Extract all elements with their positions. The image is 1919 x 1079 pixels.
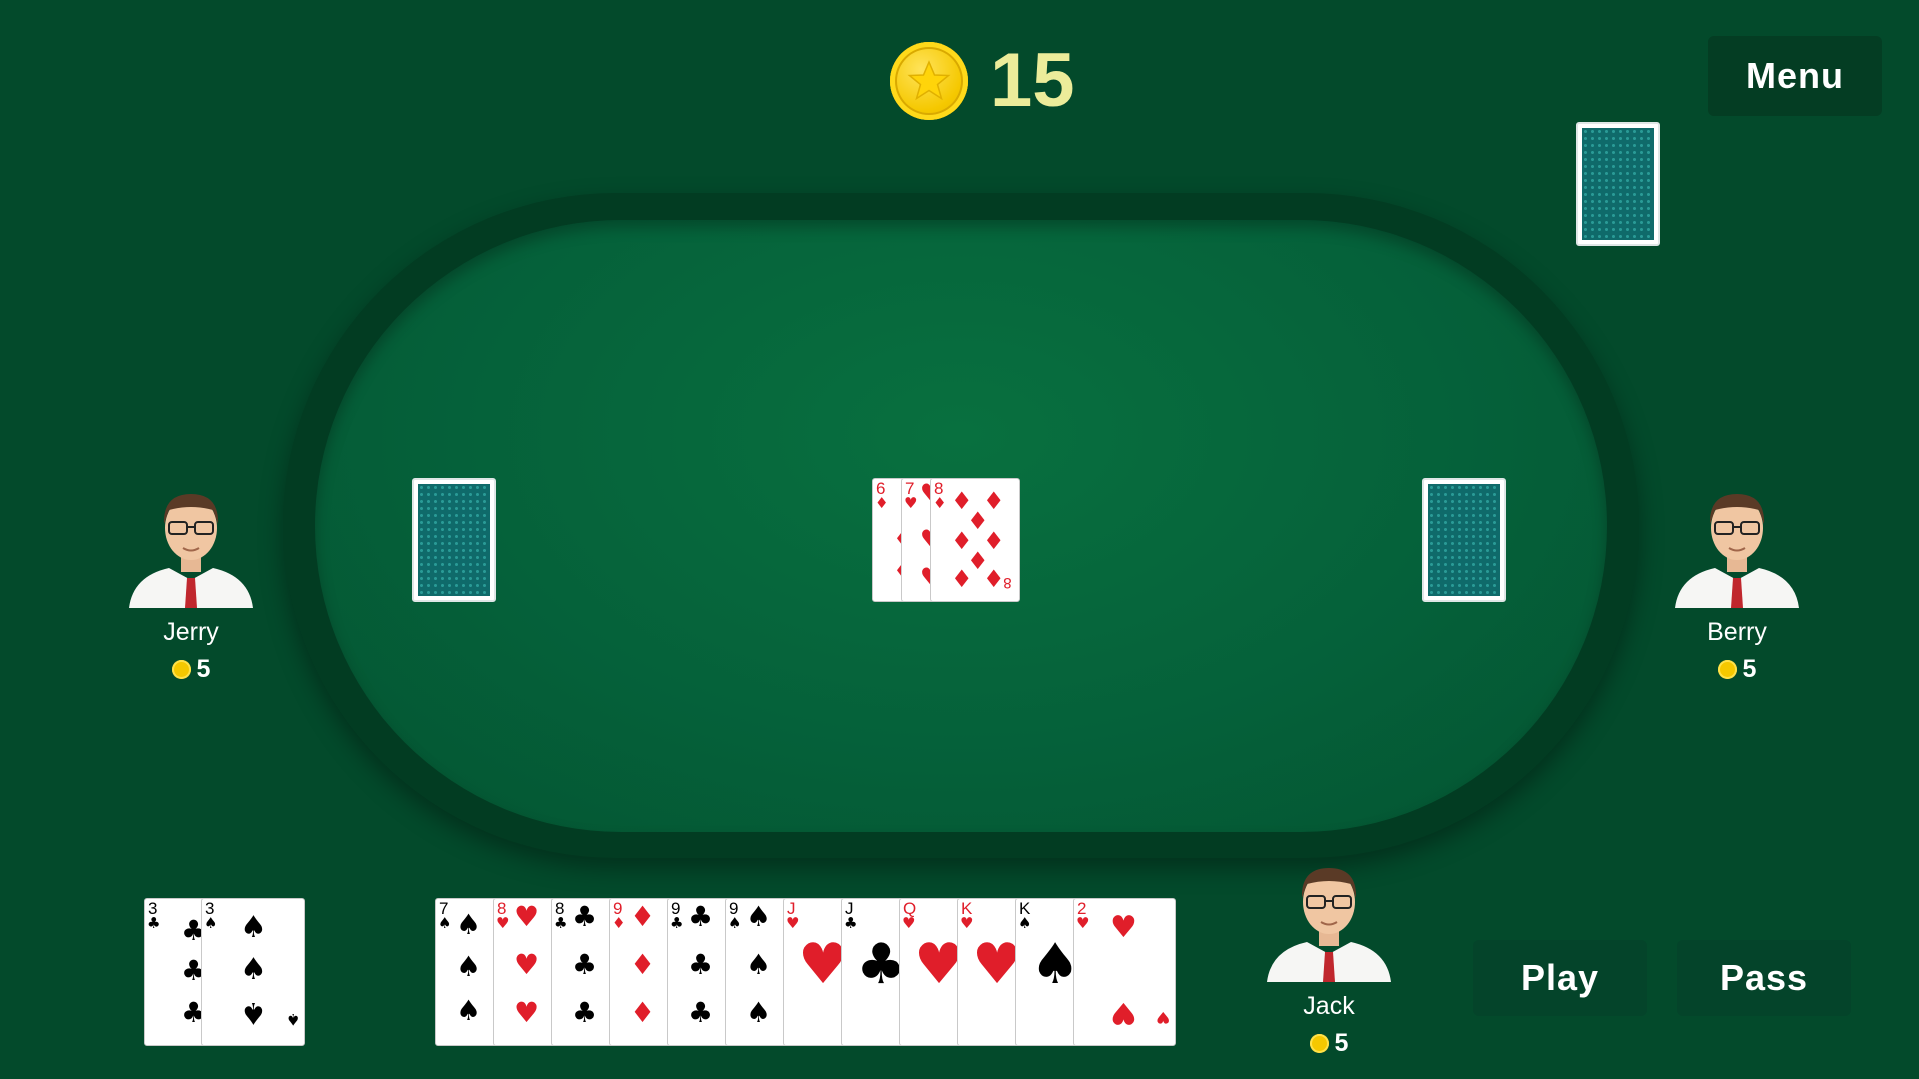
opponent-left-card-back <box>412 478 496 602</box>
card-suit: ♥ <box>786 914 800 932</box>
coin-icon <box>1717 660 1737 679</box>
pot-display: 15 <box>890 42 1075 120</box>
card-suit: ♥ <box>960 914 974 932</box>
card-suit: ♠ <box>728 914 742 932</box>
card-suit: ♠ <box>1018 914 1032 932</box>
card-suit: ♦ <box>612 914 626 932</box>
player-name: Jack <box>1303 992 1355 1020</box>
avatar <box>129 494 253 608</box>
player-coins: 5 <box>1667 655 1807 684</box>
card-suit: ♦ <box>933 494 947 512</box>
card-suit: ♠ <box>204 914 218 932</box>
card-suit: ♣ <box>147 914 161 932</box>
player-name: Berry <box>1707 618 1767 646</box>
pile-card: 3 ♠ ♠ ♠ ♠ ♠ <box>201 898 305 1046</box>
card-suit: ♣ <box>554 914 568 932</box>
avatar <box>1675 494 1799 608</box>
card-suit: ♣ <box>844 914 858 932</box>
hand-card[interactable]: 2 ♥ ♥ ♥ ♥ <box>1073 898 1176 1046</box>
card-suit: ♥ <box>496 914 510 932</box>
pot-value: 15 <box>990 38 1075 123</box>
player-coins: 5 <box>121 655 261 684</box>
player-self: Jack 5 <box>1259 858 1399 1058</box>
menu-button[interactable]: Menu <box>1708 36 1882 116</box>
player-left: Jerry 5 <box>121 484 261 684</box>
played-card: 8 ♦ ♦ ♦ ♦ ♦ ♦ ♦ ♦ ♦ 8 <box>930 478 1020 602</box>
pass-button[interactable]: Pass <box>1677 940 1851 1016</box>
card-suit: ♥ <box>902 914 916 932</box>
card-suit: ♣ <box>670 914 684 932</box>
card-suit: ♥ <box>1076 914 1090 932</box>
coin-icon <box>1309 1034 1329 1053</box>
card-suit: ♥ <box>904 494 918 512</box>
play-button[interactable]: Play <box>1473 940 1647 1016</box>
card-suit: ♦ <box>875 494 889 512</box>
opponent-right-card-back <box>1422 478 1506 602</box>
avatar <box>1267 868 1391 982</box>
draw-deck-card[interactable] <box>1576 122 1660 246</box>
player-right: Berry 5 <box>1667 484 1807 684</box>
card-suit: ♠ <box>438 914 452 932</box>
coin-star-icon <box>890 42 968 120</box>
played-cards: 6 ♦ ♦ ♦ 7 ♥ ♥ ♥ ♥ 8 ♦ ♦ ♦ ♦ ♦ ♦ ♦ ♦ ♦ 8 <box>872 478 1020 602</box>
coin-icon <box>171 660 191 679</box>
player-coins: 5 <box>1259 1029 1399 1058</box>
player-name: Jerry <box>163 618 219 646</box>
